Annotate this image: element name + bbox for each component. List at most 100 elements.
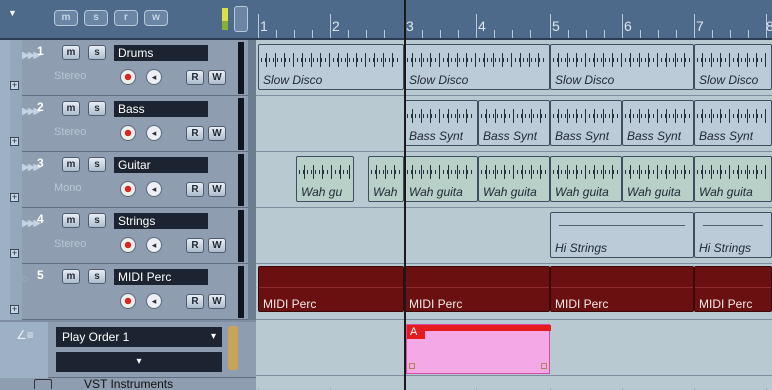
arranger-event-dropdown[interactable]: ▾	[56, 352, 222, 372]
write-automation-button[interactable]: W	[208, 238, 226, 253]
monitor-button[interactable]: ◂	[146, 125, 162, 141]
midi-part[interactable]: MIDI Perc	[258, 266, 404, 312]
part-name: Slow Disco	[555, 73, 615, 87]
project-cursor[interactable]	[404, 0, 406, 390]
audio-part[interactable]: Hi Strings	[694, 212, 772, 258]
audio-part[interactable]: Slow Disco	[404, 44, 550, 90]
audio-part[interactable]: Slow Disco	[550, 44, 694, 90]
track-name[interactable]: MIDI Perc	[114, 269, 208, 285]
ruler-bar-3: 3	[406, 18, 414, 34]
audio-part[interactable]: Bass Synt	[694, 100, 772, 146]
track-name[interactable]: Bass	[114, 101, 208, 117]
global-write-filter[interactable]: w	[144, 10, 168, 26]
global-track-filters: m s r w	[54, 10, 168, 26]
solo-button[interactable]: s	[88, 45, 106, 60]
track-level-meter	[238, 154, 244, 206]
global-read-filter[interactable]: r	[114, 10, 138, 26]
record-enable-button[interactable]	[120, 237, 136, 253]
audio-part[interactable]: Bass Synt	[622, 100, 694, 146]
write-automation-button[interactable]: W	[208, 70, 226, 85]
record-enable-button[interactable]	[120, 69, 136, 85]
event-display[interactable]: Slow Disco Slow Disco Slow Disco Slow Di…	[256, 40, 772, 390]
audio-part[interactable]: Wah guita	[622, 156, 694, 202]
audio-part[interactable]: Wah gu	[296, 156, 354, 202]
audio-part[interactable]: Wah guita	[404, 156, 478, 202]
track-name[interactable]: Strings	[114, 213, 208, 229]
track-color-strip: ∠≡	[0, 322, 48, 378]
track-resize-icon[interactable]	[234, 6, 248, 32]
record-enable-button[interactable]	[120, 181, 136, 197]
solo-button[interactable]: s	[88, 101, 106, 116]
audio-part[interactable]: Bass Synt	[478, 100, 550, 146]
track-row-strings[interactable]: ▶▶▶ + 4 m s Strings Stereo ◂ R W	[0, 208, 256, 264]
track-row-guitar[interactable]: ▶▶▶ + 3 m s Guitar Mono ◂ R W	[0, 152, 256, 208]
audio-part[interactable]: Hi Strings	[550, 212, 694, 258]
monitor-button[interactable]: ◂	[146, 181, 162, 197]
audio-part[interactable]: Bass Synt	[404, 100, 478, 146]
midi-part[interactable]: MIDI Perc	[404, 266, 550, 312]
folder-track-vst-instruments[interactable]: VST Instruments	[0, 377, 256, 390]
solo-button[interactable]: s	[88, 269, 106, 284]
expand-lanes-icon[interactable]: +	[10, 249, 19, 258]
track-color-strip	[0, 40, 10, 96]
audio-part[interactable]: Slow Disco	[694, 44, 772, 90]
cubase-project-window: ▼ m s r w ▶▶▶ + 1 m s Drums Stereo ◂ R W	[0, 0, 772, 390]
monitor-button[interactable]: ◂	[146, 237, 162, 253]
solo-button[interactable]: s	[88, 157, 106, 172]
audio-part[interactable]: Wah guita	[550, 156, 622, 202]
ruler-bar-5: 5	[552, 18, 560, 34]
audio-part[interactable]: Bass Synt	[550, 100, 622, 146]
midi-part[interactable]: MIDI Perc	[694, 266, 772, 312]
part-name: Bass Synt	[409, 129, 464, 143]
resize-handle[interactable]	[541, 363, 547, 369]
track-name[interactable]: Guitar	[114, 157, 208, 173]
audio-part[interactable]: Slow Disco	[258, 44, 404, 90]
arranger-track-row[interactable]: ∠≡ Play Order 1 ▾ ▾	[0, 322, 256, 378]
mute-button[interactable]: m	[62, 213, 80, 228]
global-solo-filter[interactable]: s	[84, 10, 108, 26]
track-channel-type: Mono	[54, 182, 82, 194]
mute-button[interactable]: m	[62, 101, 80, 116]
expand-lanes-icon[interactable]: +	[10, 137, 19, 146]
read-automation-button[interactable]: R	[186, 294, 204, 309]
audio-part[interactable]: Wah	[368, 156, 404, 202]
audio-part[interactable]: Wah guita	[694, 156, 772, 202]
record-enable-button[interactable]	[120, 125, 136, 141]
expand-lanes-icon[interactable]: +	[10, 81, 19, 90]
mute-button[interactable]: m	[62, 157, 80, 172]
read-automation-button[interactable]: R	[186, 238, 204, 253]
write-automation-button[interactable]: W	[208, 294, 226, 309]
expand-lanes-icon[interactable]: +	[10, 305, 19, 314]
write-automation-button[interactable]: W	[208, 182, 226, 197]
resize-handle[interactable]	[409, 363, 415, 369]
read-automation-button[interactable]: R	[186, 182, 204, 197]
track-menu-arrow-icon[interactable]: ▼	[8, 8, 17, 18]
play-order-dropdown[interactable]: Play Order 1 ▾	[56, 327, 222, 347]
global-mute-filter[interactable]: m	[54, 10, 78, 26]
arranger-event-a[interactable]: A	[406, 324, 551, 374]
solo-button[interactable]: s	[88, 213, 106, 228]
write-automation-button[interactable]: W	[208, 126, 226, 141]
midi-part[interactable]: MIDI Perc	[550, 266, 694, 312]
part-name: MIDI Perc	[555, 297, 609, 311]
track-row-bass[interactable]: ▶▶▶ + 2 m s Bass Stereo ◂ R W	[0, 96, 256, 152]
timeline-ruler[interactable]: 1 2 3 4 5 6 7 8	[256, 0, 772, 40]
mute-button[interactable]: m	[62, 45, 80, 60]
mute-button[interactable]: m	[62, 269, 80, 284]
audio-part[interactable]: Wah guita	[478, 156, 550, 202]
track-row-midi-perc[interactable]: ◌ + 5 m s MIDI Perc ◂ R W	[0, 264, 256, 320]
monitor-button[interactable]: ◂	[146, 69, 162, 85]
read-automation-button[interactable]: R	[186, 126, 204, 141]
ruler-bar-7: 7	[696, 18, 704, 34]
part-name: Wah guita	[699, 185, 753, 199]
monitor-button[interactable]: ◂	[146, 293, 162, 309]
record-enable-button[interactable]	[120, 293, 136, 309]
arranger-mode-button[interactable]	[228, 326, 238, 370]
expand-lanes-icon[interactable]: +	[10, 193, 19, 202]
midi-track-icon: ◌	[22, 274, 28, 285]
track-row-drums[interactable]: ▶▶▶ + 1 m s Drums Stereo ◂ R W	[0, 40, 256, 96]
track-name[interactable]: Drums	[114, 45, 208, 61]
part-name: MIDI Perc	[409, 297, 463, 311]
read-automation-button[interactable]: R	[186, 70, 204, 85]
play-order-selected: Play Order 1	[62, 330, 130, 344]
